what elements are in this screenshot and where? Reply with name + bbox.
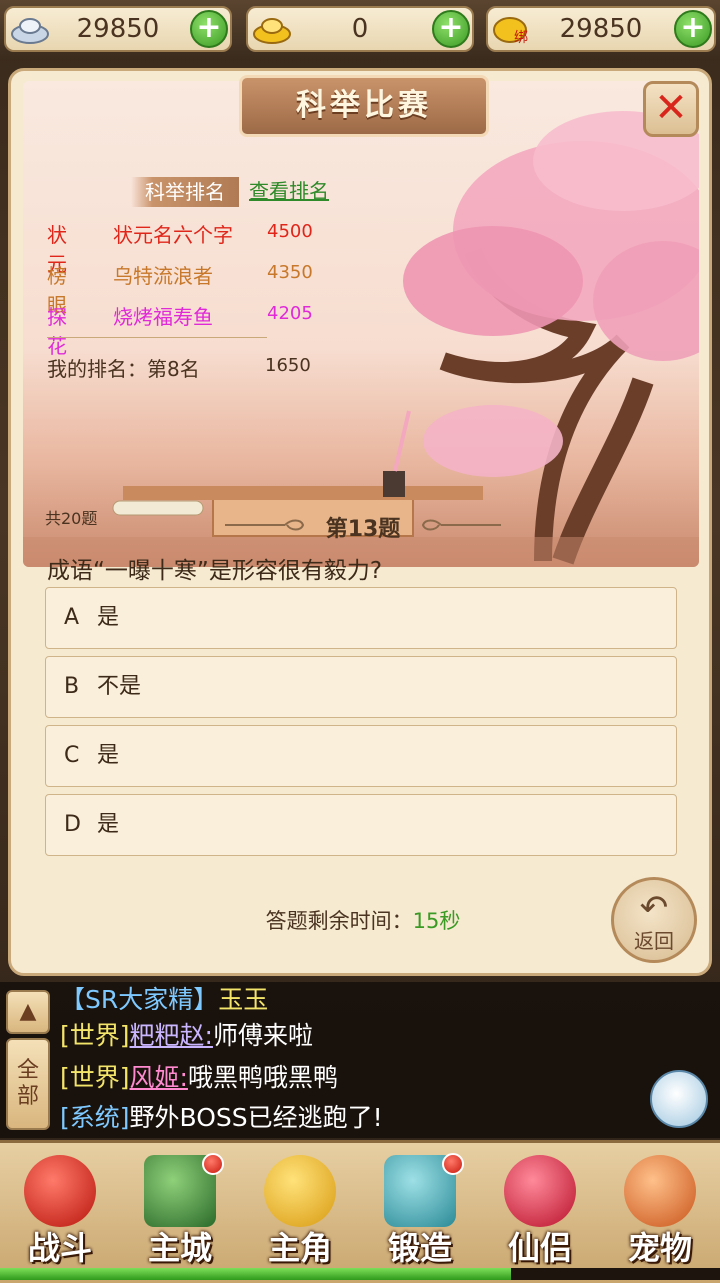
gold-ingot-icon [253,18,291,44]
chat-filter-label: 全部 [16,1058,39,1109]
currency-bar: 29850 + 0 + 绑 29850 + [0,0,720,60]
my-score: 1650 [265,355,311,376]
notification-dot [442,1153,464,1175]
svg-text:绑: 绑 [514,30,528,46]
nav-label: 锻造 [387,1229,452,1267]
option-letter: D [64,812,81,837]
rank-score: 4350 [267,262,313,283]
rank-header: 科举排名 [131,177,239,207]
hero-icon [264,1155,336,1227]
chat-text: 哦黑鸭哦黑鸭 [187,1063,338,1092]
nav-partner[interactable]: 仙侣 [484,1149,596,1269]
back-button[interactable]: ↶ 返回 [611,877,697,963]
add-gold-button[interactable]: + [432,10,470,48]
chat-message: [系统]野外BOSS已经逃跑了! [60,1098,383,1134]
notification-dot [202,1153,224,1175]
nav-label: 主城 [147,1229,212,1267]
panel-title: 科举比赛 [239,75,489,137]
option-letter: B [64,674,80,699]
answer-option-a[interactable]: A 是 [45,587,677,649]
rank-player-name: 烧烤福寿鱼 [113,305,213,329]
chat-channel: 【SR大家精】 [60,985,219,1010]
answer-option-c[interactable]: C 是 [45,725,677,787]
silver-amount: 29850 [76,14,160,44]
answer-option-b[interactable]: B 不是 [45,656,677,718]
chat-collapse-button[interactable]: ▲ [6,990,50,1034]
option-text: 是 [97,812,120,837]
up-arrow-icon: ▲ [19,999,37,1024]
rank-player-name: 状元名六个字 [113,223,233,247]
chat-text: 师傅来啦 [212,1021,313,1050]
timer-label: 答题剩余时间： [265,909,413,933]
pet-icon [624,1155,696,1227]
bound-gold-currency: 绑 29850 + [486,6,716,52]
option-text: 是 [97,743,120,768]
chat-channel: [世界] [60,1021,130,1050]
add-silver-button[interactable]: + [190,10,228,48]
chat-text: 野外BOSS已经逃跑了! [129,1103,383,1132]
emoji-cloud-button[interactable] [650,1070,708,1128]
chat-sender[interactable]: 风姬: [130,1063,188,1092]
option-letter: C [64,743,80,768]
back-arrow-icon: ↶ [639,888,669,928]
answer-timer: 答题剩余时间：15秒 [11,905,709,935]
chat-message: 【SR大家精】玉玉 [60,980,268,1010]
chat-sender[interactable]: 玉玉 [218,985,268,1010]
ornament-right-icon [421,519,501,531]
nav-label: 仙侣 [507,1229,572,1267]
question-text: 成语“一曝十寒”是形容很有毅力? [47,558,383,584]
gold-currency: 0 + [246,6,474,52]
rank-score: 4500 [267,221,313,242]
battle-icon [24,1155,96,1227]
nav-label: 主角 [267,1229,332,1267]
close-button[interactable]: ✕ [643,81,699,137]
rank-score: 4205 [267,303,313,324]
chat-sender[interactable]: 粑粑赵: [130,1021,213,1050]
option-letter: A [64,605,80,630]
bottom-nav: 战斗 主城 主角 锻造 仙侣 宠物 [0,1140,720,1283]
silver-ingot-icon [11,18,49,44]
add-bound-gold-button[interactable]: + [674,10,712,48]
rank-title: 探花 [47,305,67,358]
question-number: 第13题 [325,517,401,542]
chat-panel: ▲ 全部 【SR大家精】玉玉 [世界]粑粑赵:师傅来啦 [世界]风姬:哦黑鸭哦黑… [0,982,720,1138]
my-rank: 我的排名：第8名 [47,357,200,381]
chat-channel: [系统] [60,1103,130,1132]
back-label: 返回 [634,929,674,953]
gold-amount: 0 [351,14,369,44]
nav-main-city[interactable]: 主城 [124,1149,236,1269]
chat-channel: [世界] [60,1063,130,1092]
rank-player-name: 乌特流浪者 [113,264,213,288]
partner-icon [504,1155,576,1227]
nav-pet[interactable]: 宠物 [604,1149,716,1269]
view-ranking-link[interactable]: 查看排名 [249,175,329,204]
experience-bar [0,1268,720,1280]
bound-gold-icon: 绑 [493,17,528,46]
option-text: 不是 [97,674,142,699]
answer-option-d[interactable]: D 是 [45,794,677,856]
bound-gold-amount: 29850 [559,14,643,44]
imperial-exam-panel: 科举比赛 ✕ 科举排名 查看排名 状元 状元名六个字 4500 榜眼 乌特流浪者… [8,68,712,976]
nav-label: 战斗 [27,1229,92,1267]
nav-forge[interactable]: 锻造 [364,1149,476,1269]
silver-currency: 29850 + [4,6,232,52]
chat-message: [世界]粑粑赵:师傅来啦 [60,1016,313,1052]
nav-hero[interactable]: 主角 [244,1149,356,1269]
timer-value: 15秒 [412,909,461,933]
nav-label: 宠物 [627,1229,692,1267]
chat-message: [世界]风姬:哦黑鸭哦黑鸭 [60,1058,338,1094]
option-text: 是 [97,605,120,630]
chat-filter-button[interactable]: 全部 [6,1038,50,1130]
close-icon: ✕ [654,85,688,131]
experience-bar-fill [0,1268,512,1280]
ranking-divider [47,337,267,338]
nav-battle[interactable]: 战斗 [4,1149,116,1269]
